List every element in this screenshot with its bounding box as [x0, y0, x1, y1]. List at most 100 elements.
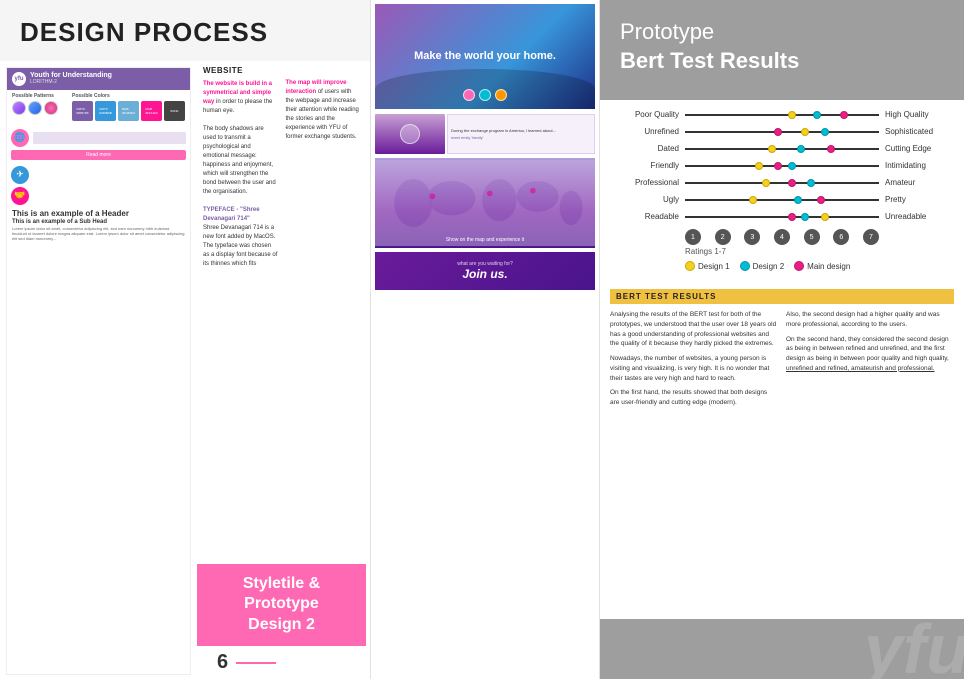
bottom-banner: Styletile & Prototype Design 2 [197, 564, 366, 646]
preview-icon-3 [495, 89, 507, 101]
legend-label-2: Design 2 [753, 262, 785, 271]
chart-numbers: 1 2 3 4 5 6 7 [610, 229, 879, 245]
bert-col-1: Analysing the results of the BERT test f… [610, 310, 778, 413]
dot-row3-main [827, 145, 835, 153]
legend-dot-2 [740, 261, 750, 271]
legend-main: Main design [794, 261, 850, 271]
dot-row3-d1 [768, 145, 776, 153]
dot-row4-d1 [755, 162, 763, 170]
num-6: 6 [833, 229, 849, 245]
style-tile-preview: yfu Youth for Understanding LORITHM-2 Po… [6, 67, 191, 675]
dot-row1-main [840, 111, 848, 119]
bert-col-2: Also, the second design had a higher qua… [786, 310, 954, 413]
bert-results-columns: Analysing the results of the BERT test f… [610, 310, 954, 413]
middle-panel: Make the world your home. During the exc… [370, 0, 600, 679]
typeface-label: TYPEFACE - "Shree Devanagari 714" [203, 207, 260, 222]
dot-row4-main [774, 162, 782, 170]
middle-top: Make the world your home. During the exc… [371, 0, 599, 679]
color-swatch-5: #3131 [164, 101, 185, 121]
label-ugly: Ugly [610, 195, 685, 204]
website-hero-preview: Make the world your home. [375, 4, 595, 109]
text-col-1: WEBSITE The website is build in a symmet… [203, 65, 278, 564]
highlight-1: The website is build in a symmetrical an… [203, 81, 272, 105]
dot-row5-d1 [762, 179, 770, 187]
label-pretty: Pretty [879, 195, 954, 204]
bert-para-2: Nowadays, the number of websites, a youn… [610, 354, 778, 383]
thumb-2: During the exchange program in America, … [447, 114, 595, 154]
dot-row2-main [774, 128, 782, 136]
bert-title: Prototype Bert Test Results [620, 18, 944, 75]
thumb-text: During the exchange program in America, … [451, 128, 591, 134]
label-high-quality: High Quality [879, 110, 954, 119]
website-label: WEBSITE [203, 65, 278, 76]
num-7: 7 [863, 229, 879, 245]
dot-row4-d2 [788, 162, 796, 170]
label-dated: Dated [610, 144, 685, 153]
label-sophisticated: Sophisticated [879, 127, 954, 136]
bert-para-1: Analysing the results of the BERT test f… [610, 310, 778, 349]
dot-row7-d1 [821, 213, 829, 221]
thumbnail-row: During the exchange program in America, … [375, 114, 595, 154]
read-more-button[interactable]: Read more [11, 150, 186, 160]
chart-line-2 [685, 131, 879, 133]
left-panel: DESIGN PROCESS yfu Youth for Understandi… [0, 0, 370, 679]
chart-line-7 [685, 216, 879, 218]
thumb-1 [375, 114, 445, 154]
bert-title-line2: Bert Test Results [620, 48, 799, 73]
map-svg [375, 158, 595, 248]
pattern-circle-2 [28, 101, 42, 115]
preview-icon-1 [463, 89, 475, 101]
dot-row2-d2 [821, 128, 829, 136]
right-top-header: Prototype Bert Test Results [600, 0, 964, 100]
patterns-label: Possible Patterns [12, 93, 58, 99]
chart-row-5: Professional Amateur [610, 178, 954, 187]
bert-para-5: On the second hand, they considered the … [786, 335, 954, 374]
join-big: Join us. [462, 267, 507, 281]
colors-label: Possible Colors [72, 93, 185, 99]
page-number: 6 [217, 651, 228, 674]
label-poor-quality: Poor Quality [610, 110, 685, 119]
map-preview: Show on the map and experience it [375, 158, 595, 248]
dot-row5-main [788, 179, 796, 187]
icon-hand: 🤝 [11, 187, 29, 205]
dot-row7-d2 [801, 213, 809, 221]
bert-para-3: On the first hand, the results showed th… [610, 388, 778, 408]
bottom-right-deco: yfu [600, 619, 964, 679]
label-unrefined: Unrefined [610, 127, 685, 136]
page-number-area: 6 [197, 646, 366, 679]
chart-legend: Design 1 Design 2 Main design [610, 256, 954, 276]
body-text-2: The map will improve interaction of user… [286, 79, 361, 142]
chart-line-4 [685, 165, 879, 167]
chart-row-4: Friendly Intimidating [610, 161, 954, 170]
dot-row6-d2 [794, 196, 802, 204]
text-content-area: WEBSITE The website is build in a symmet… [197, 65, 366, 564]
icon-globe: 🌐 [11, 129, 29, 147]
bert-results-section: BERT TEST RESULTS Analysing the results … [600, 281, 964, 619]
num-4: 4 [774, 229, 790, 245]
design-process-title: DESIGN PROCESS [20, 18, 350, 47]
world-map-mini [33, 132, 186, 144]
text-col-2: The map will improve interaction of user… [286, 65, 361, 564]
body-text-1: The website is build in a symmetrical an… [203, 80, 278, 269]
style-tile-sub: LORITHM-2 [30, 79, 112, 85]
body-text-example: Lorem ipsum dolor sit amet, consectetur … [12, 226, 185, 242]
label-friendly: Friendly [610, 161, 685, 170]
dot-row2-d1 [801, 128, 809, 136]
bert-para-4: Also, the second design had a higher qua… [786, 310, 954, 330]
chart-line-6 [685, 199, 879, 201]
dot-row3-d2 [797, 145, 805, 153]
style-tile-title: Youth for Understanding [30, 72, 112, 79]
legend-dot-3 [794, 261, 804, 271]
ratings-label: Ratings 1-7 [610, 247, 954, 256]
preview-icons [463, 89, 507, 101]
header-example: This is an example of a Header [12, 209, 185, 218]
right-panel: Prototype Bert Test Results Poor Quality… [600, 0, 964, 679]
legend-label-3: Main design [807, 262, 850, 271]
num-1: 1 [685, 229, 701, 245]
dot-row6-d1 [749, 196, 757, 204]
chart-line-3 [685, 148, 879, 150]
pattern-circle-1 [12, 101, 26, 115]
label-intimidating: Intimidating [879, 161, 954, 170]
chart-row-3: Dated Cutting Edge [610, 144, 954, 153]
subhead-example: This is an example of a Sub Head [12, 219, 185, 225]
